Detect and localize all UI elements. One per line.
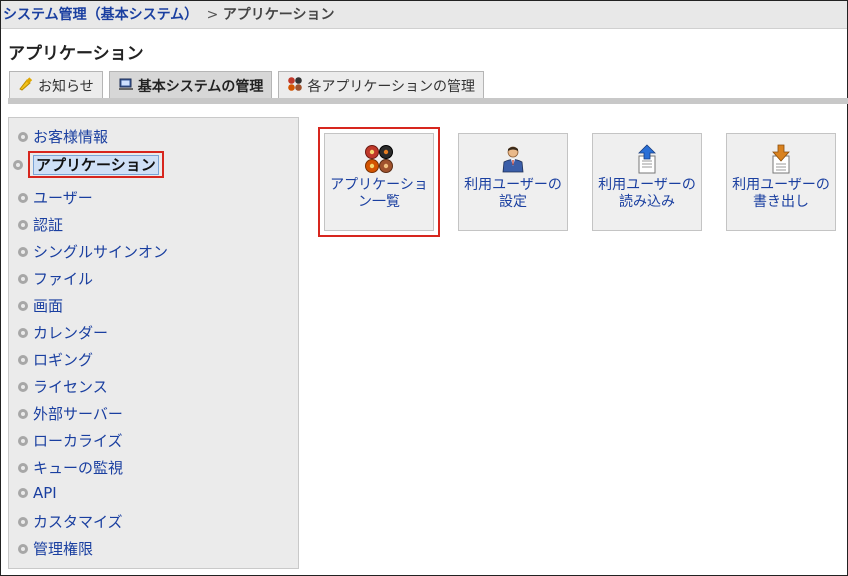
bullet-icon [18, 354, 28, 365]
tile-user-settings[interactable]: 利用ユーザーの 設定 [458, 133, 568, 231]
sidebar-item-label: 認証 [33, 216, 64, 234]
bullet-icon [13, 159, 23, 170]
tile-label-line1: アプリケーショ [330, 177, 428, 193]
tab-announcements[interactable]: お知らせ [9, 71, 103, 99]
sidebar-item-customer-info[interactable]: お客様情報 [18, 126, 108, 147]
sidebar-item-api[interactable]: API [18, 484, 57, 502]
tab-label: お知らせ [38, 79, 94, 95]
tab-label: 基本システムの管理 [137, 79, 264, 95]
tab-basic-system[interactable]: 基本システムの管理 [108, 71, 273, 99]
selection-highlight: アプリケーション [28, 151, 164, 178]
sidebar-item-label: ファイル [33, 270, 94, 288]
sidebar-item-file[interactable]: ファイル [18, 268, 93, 289]
sidebar-item-calendar[interactable]: カレンダー [18, 322, 108, 343]
bullet-icon [18, 516, 28, 527]
page-title: アプリケーション [8, 44, 144, 64]
sidebar: お客様情報 アプリケーション ユーザー 認証 シングルサインオン ファイル 画面… [8, 117, 299, 569]
sidebar-item-label: 画面 [33, 297, 64, 315]
tile-label-line2: 読み込み [618, 194, 675, 210]
tile-user-export[interactable]: 利用ユーザーの 書き出し [726, 133, 836, 231]
tab-bar-underline [8, 98, 848, 104]
sidebar-item-license[interactable]: ライセンス [18, 376, 108, 397]
sidebar-item-label: ローカライズ [33, 432, 123, 450]
tile-label: アプリケーショ ン一覧 [326, 177, 432, 211]
bullet-icon [18, 327, 28, 338]
tile-label-line2: ン一覧 [357, 194, 400, 210]
bullet-icon [18, 300, 28, 311]
bullet-icon [18, 131, 28, 142]
tile-label-line1: 利用ユーザーの [464, 177, 562, 193]
tab-applications[interactable]: 各アプリケーションの管理 [278, 71, 485, 99]
sidebar-item-admin-rights[interactable]: 管理権限 [18, 538, 93, 559]
sidebar-item-label: シングルサインオン [33, 243, 169, 261]
sidebar-item-label: 外部サーバー [33, 405, 123, 423]
sidebar-item-screen[interactable]: 画面 [18, 295, 63, 316]
sidebar-item-label: ユーザー [33, 189, 93, 207]
sidebar-item-queue-monitor[interactable]: キューの監視 [18, 457, 123, 478]
bullet-icon [18, 408, 28, 419]
sidebar-item-authentication[interactable]: 認証 [18, 214, 63, 235]
sidebar-item-label: アプリケーション [33, 155, 159, 175]
upload-document-icon [634, 144, 660, 174]
user-person-icon [500, 145, 526, 173]
sidebar-item-customize[interactable]: カスタマイズ [18, 511, 123, 532]
sidebar-item-label: カスタマイズ [33, 513, 123, 531]
bullet-icon [18, 462, 28, 473]
bullet-icon [18, 435, 28, 446]
bullet-icon [18, 381, 28, 392]
bullet-icon [18, 192, 28, 203]
sidebar-item-label: API [33, 484, 57, 502]
sidebar-item-user[interactable]: ユーザー [18, 187, 93, 208]
sidebar-item-label: お客様情報 [33, 128, 109, 146]
applications-icon [287, 76, 303, 96]
sidebar-item-label: ライセンス [33, 378, 108, 396]
sidebar-item-sso[interactable]: シングルサインオン [18, 241, 168, 262]
sidebar-item-application[interactable]: アプリケーション [13, 151, 164, 178]
sidebar-item-external-server[interactable]: 外部サーバー [18, 403, 123, 424]
tile-label: 利用ユーザーの 読み込み [594, 177, 700, 211]
sidebar-item-label: キューの監視 [33, 459, 124, 477]
tile-label-line2: 設定 [498, 194, 527, 210]
sidebar-item-label: 管理権限 [33, 540, 94, 558]
bullet-icon [18, 273, 28, 284]
tile-user-import[interactable]: 利用ユーザーの 読み込み [592, 133, 702, 231]
announcement-icon [18, 76, 34, 96]
tab-label: 各アプリケーションの管理 [307, 79, 476, 95]
bullet-icon [18, 488, 28, 498]
app-list-icon [364, 145, 394, 173]
sidebar-item-logging[interactable]: ロギング [18, 349, 93, 370]
computer-icon [118, 76, 134, 96]
sidebar-item-label: カレンダー [33, 324, 109, 342]
bullet-icon [18, 246, 28, 257]
bullet-icon [18, 219, 28, 230]
sidebar-item-label: ロギング [33, 351, 94, 369]
tile-label-line1: 利用ユーザーの [732, 177, 830, 193]
bullet-icon [18, 543, 28, 554]
download-document-icon [768, 144, 794, 174]
tile-label: 利用ユーザーの 書き出し [728, 177, 834, 211]
tile-application-list[interactable]: アプリケーショ ン一覧 [324, 133, 434, 231]
tab-bar: お知らせ 基本システムの管理 各アプリケーションの管理 [9, 71, 485, 99]
sidebar-item-localize[interactable]: ローカライズ [18, 430, 123, 451]
tile-label-line2: 書き出し [752, 194, 809, 210]
tile-label-line1: 利用ユーザーの [598, 177, 696, 193]
tile-label: 利用ユーザーの 設定 [460, 177, 566, 211]
